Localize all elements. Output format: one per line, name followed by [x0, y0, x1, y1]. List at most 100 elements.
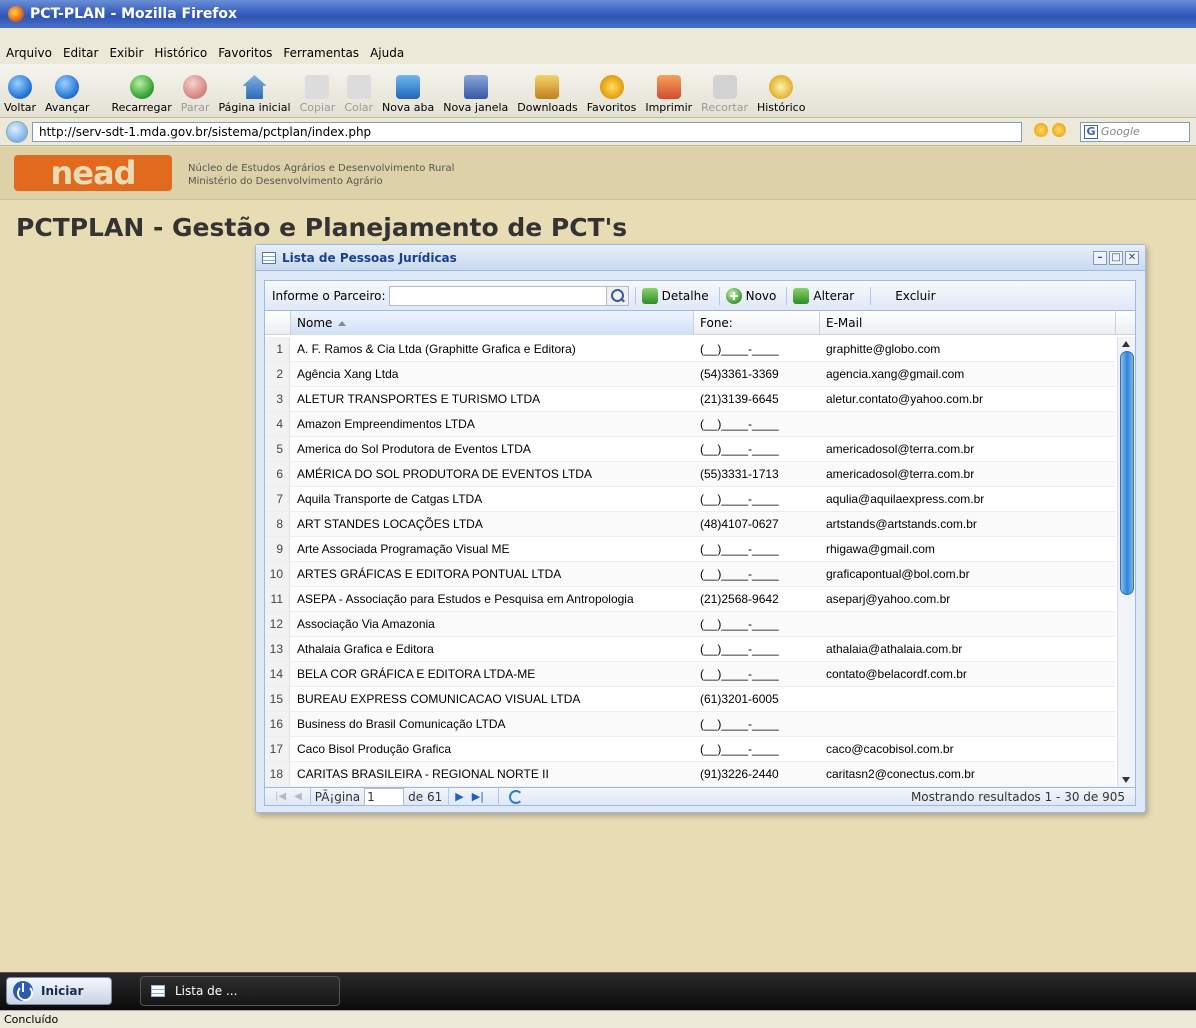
- home-button[interactable]: Página inicial: [218, 75, 291, 114]
- table-row[interactable]: 13 Athalaia Grafica e Editora (__)____-___…: [265, 637, 1115, 662]
- puzzle-icon: [641, 287, 658, 304]
- table-row[interactable]: 18 CARITAS BRASILEIRA - REGIONAL NORTE II…: [265, 762, 1115, 787]
- history-button[interactable]: Histórico: [757, 75, 805, 114]
- copy-icon: [305, 75, 330, 99]
- menu-editar[interactable]: Editar: [63, 46, 99, 60]
- grid-scrollbar[interactable]: [1117, 337, 1135, 787]
- table-row[interactable]: 14 BELA COR GRÁFICA E EDITORA LTDA-ME (__)…: [265, 662, 1115, 687]
- org-ministry: Ministério do Desenvolvimento Agrário: [188, 176, 383, 187]
- browser-title: PCT-PLAN - Mozilla Firefox: [30, 6, 238, 22]
- first-page-icon[interactable]: |◀: [275, 791, 286, 802]
- previous-page-icon[interactable]: ◀: [294, 791, 302, 802]
- grid-toolbar: Informe o Parceiro: Detalhe Novo Alterar…: [265, 281, 1135, 311]
- table-row[interactable]: 11 ASEPA - Associação para Estudos e Pesq…: [265, 587, 1115, 612]
- table-row[interactable]: 6 AMÉRICA DO SOL PRODUTORA DE EVENTOS LTD…: [265, 462, 1115, 487]
- column-header-fone[interactable]: Fone:: [694, 311, 820, 335]
- table-row[interactable]: 12 Associação Via Amazonia (__)____-____: [265, 612, 1115, 637]
- page-count: de 61: [408, 789, 443, 804]
- reload-button[interactable]: Recarregar: [111, 75, 172, 114]
- column-header-nome[interactable]: Nome: [291, 311, 694, 335]
- print-button[interactable]: Imprimir: [645, 75, 692, 114]
- window-controls: – □ ✕: [1093, 251, 1139, 265]
- table-row[interactable]: 17 Caco Bisol Produção Grafica (__)____-__…: [265, 737, 1115, 762]
- google-search-box[interactable]: G Google: [1080, 121, 1190, 142]
- page-label: PÃ¡gina: [314, 789, 361, 804]
- menu-historico[interactable]: Histórico: [154, 46, 207, 60]
- grid-column-header: Nome Fone: E-Mail: [265, 311, 1135, 335]
- back-icon: [8, 75, 33, 99]
- grid-rows: 1 A. F. Ramos & Cia Ltda (Graphitte Grafi…: [265, 337, 1115, 787]
- scroll-thumb[interactable]: [1120, 351, 1134, 595]
- table-row[interactable]: 9 Arte Associada Programação Visual ME (__…: [265, 537, 1115, 562]
- refresh-icon[interactable]: [508, 789, 523, 804]
- page-title: PCTPLAN - Gestão e Planejamento de PCT's: [16, 213, 628, 242]
- maximize-button[interactable]: □: [1109, 251, 1123, 265]
- back-button[interactable]: Voltar: [4, 75, 36, 114]
- site-header: nead Núcleo de Estudos Agrários e Desenv…: [0, 147, 1196, 200]
- puzzle-icon: [793, 287, 810, 304]
- grid-icon: [262, 251, 276, 264]
- downloads-icon: [535, 75, 560, 99]
- reload-icon: [129, 75, 154, 99]
- copy-button[interactable]: Copiar: [300, 75, 335, 114]
- stop-icon: [183, 75, 208, 99]
- status-bar: Concluído: [0, 1010, 1196, 1028]
- downloads-button[interactable]: Downloads: [517, 75, 578, 114]
- table-row[interactable]: 3 ALETUR TRANSPORTES E TURISMO LTDA (21)31…: [265, 387, 1115, 412]
- bookmarks-button[interactable]: Favoritos: [587, 75, 636, 114]
- close-button[interactable]: ✕: [1125, 251, 1139, 265]
- menu-ferramentas[interactable]: Ferramentas: [283, 46, 359, 60]
- page-number-input[interactable]: 1: [364, 787, 405, 806]
- menu-favoritos[interactable]: Favoritos: [218, 46, 272, 60]
- new-button[interactable]: Novo: [725, 287, 776, 304]
- window-header[interactable]: Lista de Pessoas Jurídicas – □ ✕: [256, 245, 1145, 271]
- menu-arquivo[interactable]: Arquivo: [6, 46, 52, 60]
- nead-logo: nead: [14, 155, 172, 191]
- detail-button[interactable]: Detalhe: [641, 287, 709, 304]
- bulb-icon[interactable]: [1034, 122, 1048, 137]
- menu-ajuda[interactable]: Ajuda: [370, 46, 404, 60]
- pessoas-juridicas-window: Lista de Pessoas Jurídicas – □ ✕ Informe…: [255, 244, 1146, 813]
- edit-button[interactable]: Alterar: [793, 287, 854, 304]
- column-header-email[interactable]: E-Mail: [820, 311, 1116, 335]
- forward-button[interactable]: Avançar: [45, 75, 89, 114]
- address-input[interactable]: http://serv-sdt-1.mda.gov.br/sistema/pct…: [32, 121, 1022, 142]
- stop-button[interactable]: Parar: [181, 75, 209, 114]
- table-row[interactable]: 8 ART STANDES LOCAÇÕES LTDA (48)4107-0627 a…: [265, 512, 1115, 537]
- partner-search-input[interactable]: [388, 285, 607, 306]
- bookmark-star-icon[interactable]: [1052, 122, 1066, 137]
- window-title: Lista de Pessoas Jurídicas: [282, 250, 457, 265]
- print-icon: [656, 75, 681, 99]
- table-row[interactable]: 7 Aquila Transporte de Catgas LTDA (__)___…: [265, 487, 1115, 512]
- start-button[interactable]: Iniciar: [6, 977, 112, 1005]
- taskbar-item-lista[interactable]: Lista de ...: [140, 976, 340, 1006]
- browser-title-bar: PCT-PLAN - Mozilla Firefox: [0, 0, 1196, 28]
- sort-ascending-icon: [338, 321, 347, 326]
- next-page-icon[interactable]: ▶: [455, 790, 463, 803]
- paste-button[interactable]: Colar: [344, 75, 373, 114]
- paging-toolbar: |◀ ◀ PÃ¡gina 1 de 61 ▶ ▶| Mostrando resu…: [265, 787, 1135, 806]
- table-row[interactable]: 15 BUREAU EXPRESS COMUNICACAO VISUAL LTDA…: [265, 687, 1115, 712]
- new-tab-button[interactable]: Nova aba: [382, 75, 434, 114]
- menu-exibir[interactable]: Exibir: [109, 46, 143, 60]
- paste-icon: [346, 75, 371, 99]
- scroll-up-icon[interactable]: [1122, 341, 1130, 347]
- organization-info: Núcleo de Estudos Agrários e Desenvolvim…: [188, 162, 454, 188]
- table-row[interactable]: 5 America do Sol Produtora de Eventos LTD…: [265, 437, 1115, 462]
- delete-button[interactable]: Excluir: [895, 289, 935, 303]
- new-window-button[interactable]: Nova janela: [443, 75, 508, 114]
- home-icon: [242, 75, 267, 99]
- table-row[interactable]: 2 Agência Xang Ltda (54)3361-3369 agencia.x…: [265, 362, 1115, 387]
- new-window-icon: [463, 75, 488, 99]
- table-row[interactable]: 1 A. F. Ramos & Cia Ltda (Graphitte Grafi…: [265, 337, 1115, 362]
- minimize-button[interactable]: –: [1093, 251, 1107, 265]
- last-page-icon[interactable]: ▶|: [472, 790, 484, 803]
- search-icon[interactable]: [606, 285, 629, 306]
- table-row[interactable]: 4 Amazon Empreendimentos LTDA (__)____-___…: [265, 412, 1115, 437]
- table-row[interactable]: 16 Business do Brasil Comunicação LTDA (__…: [265, 712, 1115, 737]
- scroll-down-icon[interactable]: [1122, 777, 1130, 783]
- paging-info: Mostrando resultados 1 - 30 de 905: [910, 790, 1125, 804]
- cut-button[interactable]: Recortar: [701, 75, 748, 114]
- table-row[interactable]: 10 ARTES GRÁFICAS E EDITORA PONTUAL LTDA(…: [265, 562, 1115, 587]
- org-name: Núcleo de Estudos Agrários e Desenvolvim…: [188, 163, 455, 174]
